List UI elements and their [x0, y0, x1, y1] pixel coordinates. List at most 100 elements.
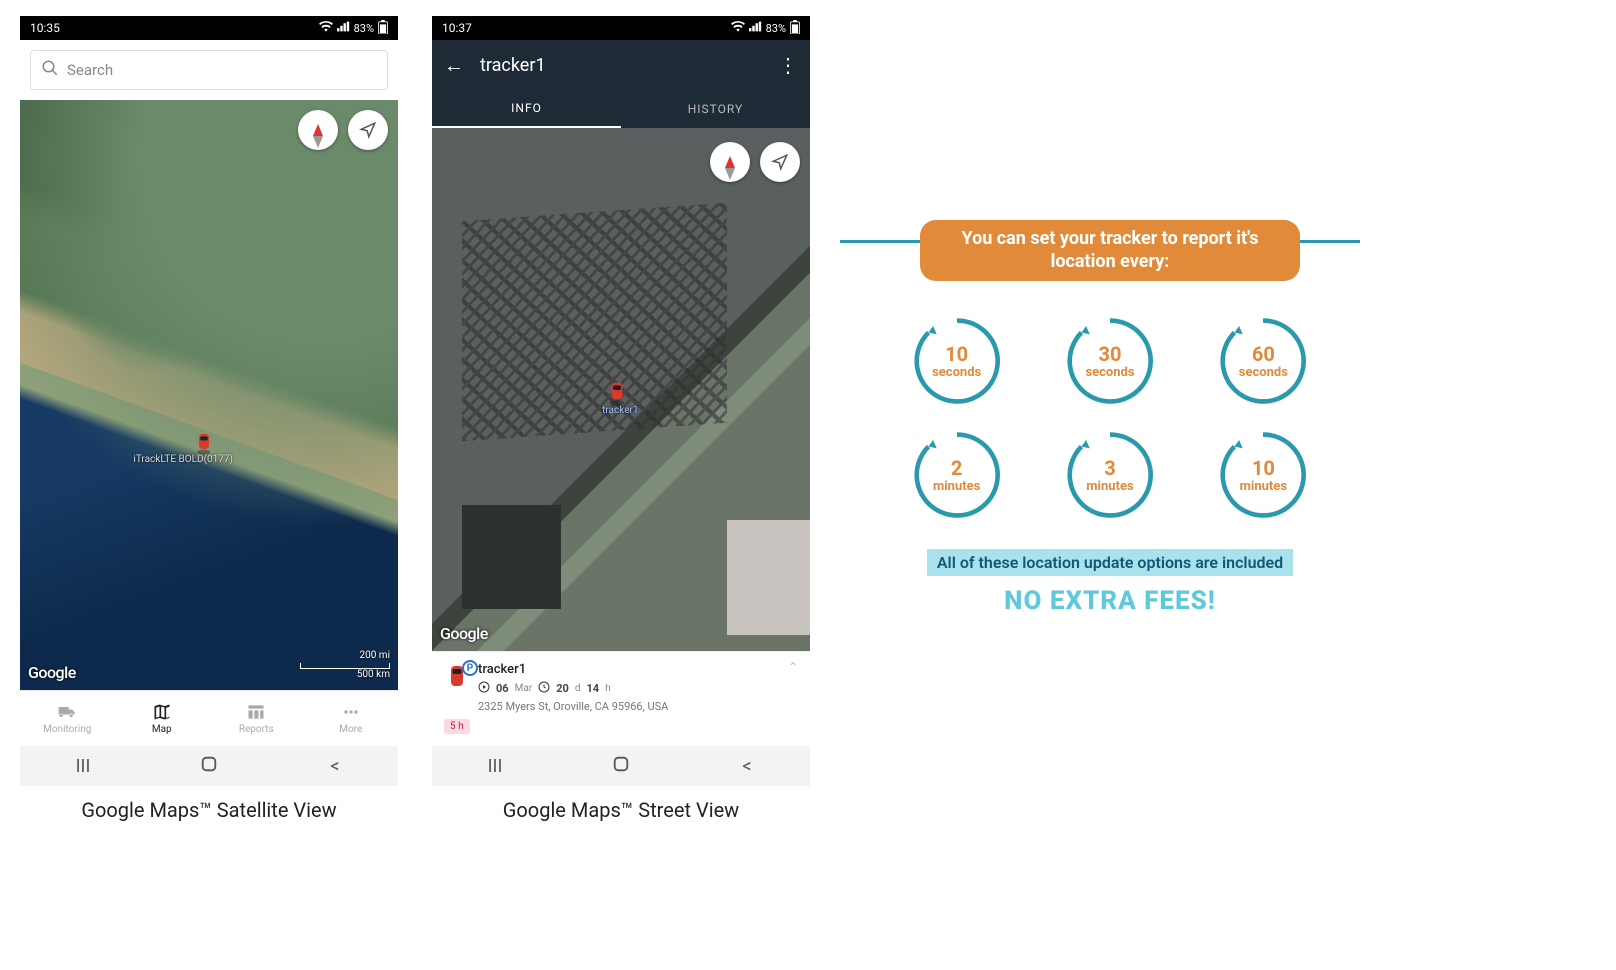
- headline-banner: You can set your tracker to report it's …: [920, 220, 1300, 281]
- nav-home[interactable]: [189, 755, 229, 778]
- bottom-tabs: Monitoring Map Reports More: [20, 690, 398, 746]
- tracker-info-card[interactable]: ⌃ P tracker1 06 Mar 20 d 14 h 2325 Myers…: [432, 651, 810, 746]
- interval-options: 10 seconds 30 seconds 60 seconds 2 minut…: [840, 315, 1380, 521]
- battery-icon: [378, 20, 388, 37]
- locate-button[interactable]: [760, 142, 800, 182]
- tracker-name: tracker1: [478, 662, 798, 677]
- truck-icon: [56, 702, 78, 722]
- tab-label: Monitoring: [43, 724, 91, 735]
- option-3-minutes: 3 minutes: [1064, 429, 1156, 521]
- tab-monitoring[interactable]: Monitoring: [20, 691, 115, 746]
- map-aerial[interactable]: tracker1 Google: [432, 128, 810, 651]
- tracker-pin-label: iTrackLTE BOLD(0177): [133, 454, 233, 465]
- sub-tabs: INFO HISTORY: [432, 90, 810, 128]
- option-num: 3: [1104, 458, 1115, 478]
- date-month: Mar: [515, 683, 533, 694]
- map-scale: 200 mi 500 km: [300, 650, 390, 680]
- tab-label: More: [339, 724, 362, 735]
- option-num: 60: [1252, 344, 1275, 364]
- option-unit: minutes: [1240, 480, 1287, 493]
- overflow-button[interactable]: ⋮: [778, 53, 798, 77]
- update-interval-info: You can set your tracker to report it's …: [840, 180, 1380, 616]
- search-area: Search: [20, 40, 398, 100]
- tracker-pin[interactable]: [606, 379, 628, 407]
- signal-icon: [749, 21, 762, 35]
- parked-icon: P: [462, 660, 478, 676]
- status-bar: 10:35 83%: [20, 16, 398, 40]
- status-time: 10:35: [30, 21, 60, 35]
- locate-icon: [771, 153, 789, 171]
- option-10-seconds: 10 seconds: [911, 315, 1003, 407]
- battery-text: 83%: [766, 22, 786, 35]
- nav-back[interactable]: <: [727, 756, 767, 777]
- nav-recent[interactable]: III: [475, 756, 515, 777]
- time-badge: 5 h: [444, 719, 470, 734]
- battery-text: 83%: [354, 22, 374, 35]
- map-icon: [151, 702, 173, 722]
- option-unit: seconds: [1085, 366, 1134, 379]
- status-time: 10:37: [442, 21, 472, 35]
- tab-more[interactable]: More: [304, 691, 399, 746]
- option-num: 30: [1099, 344, 1122, 364]
- tab-label: Reports: [239, 724, 274, 735]
- android-nav: III <: [432, 746, 810, 786]
- signal-icon: [337, 21, 350, 35]
- chevron-up-icon: ⌃: [788, 660, 798, 674]
- nav-back[interactable]: <: [315, 756, 355, 777]
- nav-recent[interactable]: III: [63, 756, 103, 777]
- dur-d-unit: d: [575, 683, 581, 694]
- phone1-caption: Google Maps™ Satellite View: [20, 798, 398, 822]
- search-icon: [41, 59, 59, 81]
- locate-icon: [359, 121, 377, 139]
- compass-icon: [725, 156, 735, 168]
- option-unit: seconds: [932, 366, 981, 379]
- nav-home[interactable]: [601, 755, 641, 778]
- more-icon: [340, 702, 362, 722]
- included-note: All of these location update options are…: [927, 549, 1293, 576]
- phone-satellite: 10:35 83% Search iTrackLTE: [20, 16, 398, 786]
- compass-button[interactable]: [710, 142, 750, 182]
- search-input[interactable]: Search: [30, 50, 388, 90]
- search-placeholder: Search: [67, 61, 113, 79]
- dur-h-unit: h: [605, 683, 611, 694]
- battery-icon: [790, 20, 800, 37]
- google-logo: Google: [440, 624, 488, 643]
- scale-mi: 200 mi: [300, 650, 390, 661]
- option-unit: seconds: [1239, 366, 1288, 379]
- wifi-icon: [731, 21, 745, 35]
- wifi-icon: [319, 21, 333, 35]
- tracker-pin-label: tracker1: [602, 405, 638, 416]
- tab-map[interactable]: Map: [115, 691, 210, 746]
- play-icon: [478, 681, 490, 696]
- table-icon: [245, 702, 267, 722]
- option-10-minutes: 10 minutes: [1217, 429, 1309, 521]
- google-logo: Google: [28, 663, 76, 682]
- tab-reports[interactable]: Reports: [209, 691, 304, 746]
- clock-icon: [538, 681, 550, 696]
- status-bar: 10:37 83%: [432, 16, 810, 40]
- tab-history[interactable]: HISTORY: [621, 90, 810, 128]
- tracker-meta: 06 Mar 20 d 14 h: [478, 681, 798, 696]
- locate-button[interactable]: [348, 110, 388, 150]
- tab-label: Map: [152, 724, 172, 735]
- compass-button[interactable]: [298, 110, 338, 150]
- tab-info[interactable]: INFO: [432, 90, 621, 128]
- phone-streetview: 10:37 83% ← tracker1 ⋮ INFO HISTORY: [432, 16, 810, 786]
- option-unit: minutes: [933, 480, 980, 493]
- map-satellite[interactable]: iTrackLTE BOLD(0177) Google 200 mi 500 k…: [20, 100, 398, 690]
- back-button[interactable]: ←: [444, 53, 468, 78]
- option-2-minutes: 2 minutes: [911, 429, 1003, 521]
- date-num: 06: [496, 682, 509, 695]
- appbar-title: tracker1: [480, 55, 778, 76]
- option-num: 10: [945, 344, 968, 364]
- tracker-address: 2325 Myers St, Oroville, CA 95966, USA: [478, 700, 798, 713]
- option-60-seconds: 60 seconds: [1217, 315, 1309, 407]
- no-fees-note: NO EXTRA FEES!: [840, 586, 1380, 616]
- dur-d: 20: [556, 682, 569, 695]
- tracker-pin[interactable]: [194, 430, 214, 456]
- android-nav: III <: [20, 746, 398, 786]
- option-num: 2: [951, 458, 962, 478]
- option-unit: minutes: [1086, 480, 1133, 493]
- scale-km: 500 km: [300, 669, 390, 680]
- app-bar: ← tracker1 ⋮: [432, 40, 810, 90]
